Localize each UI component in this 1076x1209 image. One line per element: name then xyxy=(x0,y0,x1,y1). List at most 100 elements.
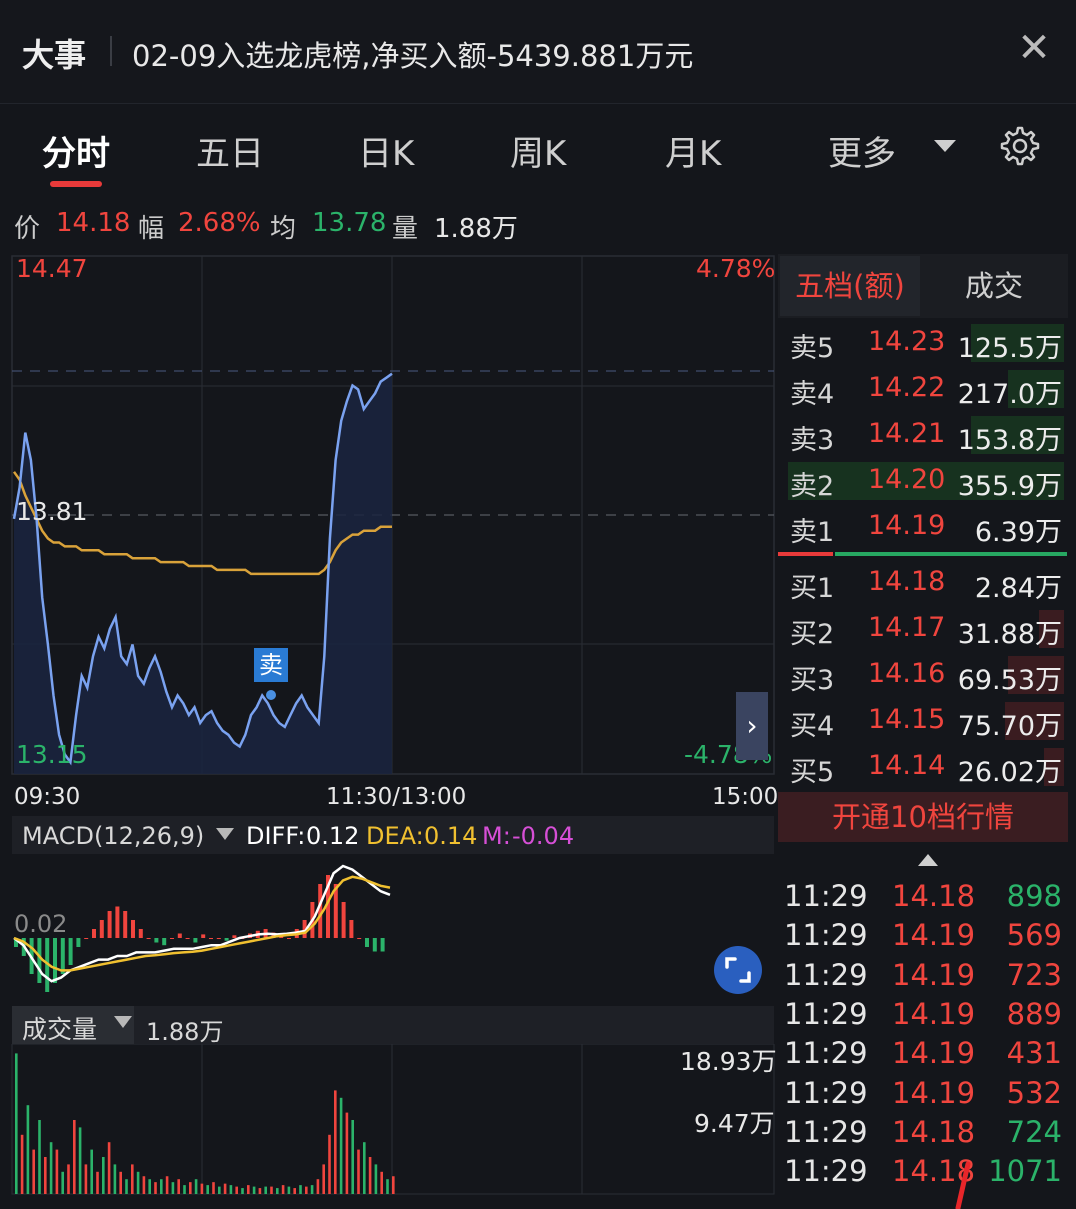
volume-bar xyxy=(218,1186,221,1194)
volume-bar xyxy=(113,1164,117,1194)
tick-price: 14.19 xyxy=(892,918,976,953)
macd-dea-label: DEA: xyxy=(366,822,424,850)
trade-tick-row: 11:29 14.18 898 xyxy=(778,879,1068,918)
level-price: 14.15 xyxy=(868,704,946,735)
volume-bar xyxy=(38,1120,41,1194)
news-text[interactable]: 02-09入选龙虎榜,净买入额-5439.881万元 xyxy=(132,33,693,75)
tick-time: 11:29 xyxy=(784,1036,868,1071)
tick-volume: 889 xyxy=(1006,996,1062,1031)
tick-price: 14.19 xyxy=(892,957,976,992)
tick-price: 14.18 xyxy=(892,879,976,913)
tick-volume: 724 xyxy=(1006,1114,1062,1149)
tick-volume: 569 xyxy=(1006,918,1062,953)
volume-title[interactable]: 成交量 xyxy=(22,1010,97,1046)
sell-marker[interactable]: 卖 xyxy=(254,648,288,682)
gear-icon[interactable] xyxy=(996,124,1040,168)
volume-bar xyxy=(177,1179,180,1194)
tab-daily-k[interactable]: 日K xyxy=(358,126,414,175)
macd-diff-label: DIFF: xyxy=(246,822,306,850)
volume-top-label: 18.93万 xyxy=(680,1047,777,1076)
macd-chart[interactable] xyxy=(0,854,776,1004)
macd-dea-value: 0.14 xyxy=(424,822,478,850)
volume-label: 量 xyxy=(392,214,419,244)
macd-title[interactable]: MACD(12,26,9) xyxy=(22,822,204,850)
macd-bar xyxy=(76,938,81,947)
volume-bar xyxy=(125,1179,128,1194)
volume-bar xyxy=(334,1090,337,1194)
volume-bar xyxy=(229,1185,233,1194)
macd-bar xyxy=(131,920,135,938)
tab-more[interactable]: 更多 xyxy=(828,126,896,175)
volume-mid-label: 9.47万 xyxy=(694,1109,775,1138)
level-price: 14.18 xyxy=(868,566,946,597)
volume-bar xyxy=(136,1171,140,1194)
tab-orderbook-depth[interactable]: 五档(额) xyxy=(780,256,920,316)
close-icon[interactable]: ✕ xyxy=(1014,28,1054,68)
macd-bar xyxy=(380,938,385,952)
level-volume: 217.0万 xyxy=(957,379,1062,410)
orderbook-row-buy-2[interactable]: 买2 14.17 31.88万 xyxy=(778,608,1068,650)
expand-icon[interactable] xyxy=(724,956,752,984)
volume-bar xyxy=(200,1183,204,1194)
chevron-down-icon[interactable] xyxy=(934,140,956,152)
tab-five-day[interactable]: 五日 xyxy=(196,126,264,175)
level-price: 14.17 xyxy=(868,612,946,643)
orderbook-row-sell-4[interactable]: 卖2 14.20 355.9万 xyxy=(778,460,1068,502)
level-label: 卖3 xyxy=(790,425,835,456)
volume-bar xyxy=(368,1157,372,1194)
orderbook-row-sell-3[interactable]: 卖3 14.21 153.8万 xyxy=(778,414,1068,456)
macd-bar xyxy=(216,938,221,939)
price-value: 14.18 xyxy=(56,208,131,238)
chevron-up-icon[interactable] xyxy=(918,854,938,866)
trade-tick-row: 11:29 14.19 569 xyxy=(778,918,1068,957)
orderbook-row-sell-1[interactable]: 卖5 14.23 125.5万 xyxy=(778,322,1068,364)
orderbook-row-buy-3[interactable]: 买3 14.16 69.53万 xyxy=(778,654,1068,696)
tick-volume: 431 xyxy=(1006,1036,1062,1071)
tick-time: 11:29 xyxy=(784,918,868,953)
macd-bar xyxy=(287,938,291,939)
volume-bar xyxy=(44,1157,47,1194)
level-label: 买3 xyxy=(790,665,835,696)
macd-bar xyxy=(365,938,369,947)
tab-monthly-k[interactable]: 月K xyxy=(665,126,721,175)
macd-bar xyxy=(170,938,174,939)
tab-active-underline xyxy=(50,181,102,187)
x-start-label: 09:30 xyxy=(14,784,81,810)
level-label: 卖5 xyxy=(790,333,835,364)
chevron-down-icon[interactable] xyxy=(114,1016,132,1028)
level-volume: 69.53万 xyxy=(957,665,1062,696)
macd-bar xyxy=(107,911,112,938)
pct-high-label: 4.78% xyxy=(696,254,776,283)
tab-weekly-k[interactable]: 周K xyxy=(510,126,566,175)
volume-chart[interactable] xyxy=(0,1044,776,1198)
volume-bar xyxy=(264,1186,267,1194)
volume-bar xyxy=(235,1186,238,1194)
volume-bar xyxy=(316,1179,320,1194)
macd-bar xyxy=(37,938,42,983)
orderbook-row-buy-4[interactable]: 买4 14.15 75.70万 xyxy=(778,700,1068,742)
tick-volume: 1071 xyxy=(988,1154,1062,1189)
volume-bar xyxy=(73,1120,76,1194)
news-banner[interactable]: 大事 02-09入选龙虎榜,净买入额-5439.881万元 ✕ xyxy=(0,0,1076,104)
intraday-chart[interactable] xyxy=(0,250,776,780)
chevron-right-icon[interactable]: › xyxy=(736,692,768,760)
open-level10-button[interactable]: 开通10档行情 xyxy=(778,792,1068,842)
tab-intraday[interactable]: 分时 xyxy=(42,126,110,175)
macd-m-label: M: xyxy=(482,822,511,850)
orderbook-row-buy-5[interactable]: 买5 14.14 26.02万 xyxy=(778,746,1068,788)
level-volume: 31.88万 xyxy=(957,619,1062,650)
macd-bar xyxy=(177,933,182,938)
tab-trades[interactable]: 成交 xyxy=(924,256,1064,316)
orderbook-row-sell-2[interactable]: 卖4 14.22 217.0万 xyxy=(778,368,1068,410)
macd-bar xyxy=(357,938,362,939)
orderbook-row-sell-5[interactable]: 卖1 14.19 6.39万 xyxy=(778,506,1068,548)
level-price: 14.20 xyxy=(868,464,946,495)
volume-bar xyxy=(247,1185,250,1194)
volume-bar xyxy=(345,1112,349,1194)
volume-bar xyxy=(241,1188,244,1194)
chevron-down-icon[interactable] xyxy=(216,828,234,840)
level-volume: 153.8万 xyxy=(957,425,1062,456)
volume-bar xyxy=(96,1171,99,1194)
orderbook-row-buy-1[interactable]: 买1 14.18 2.84万 xyxy=(778,562,1068,604)
macd-diff-value: 0.12 xyxy=(306,822,360,850)
